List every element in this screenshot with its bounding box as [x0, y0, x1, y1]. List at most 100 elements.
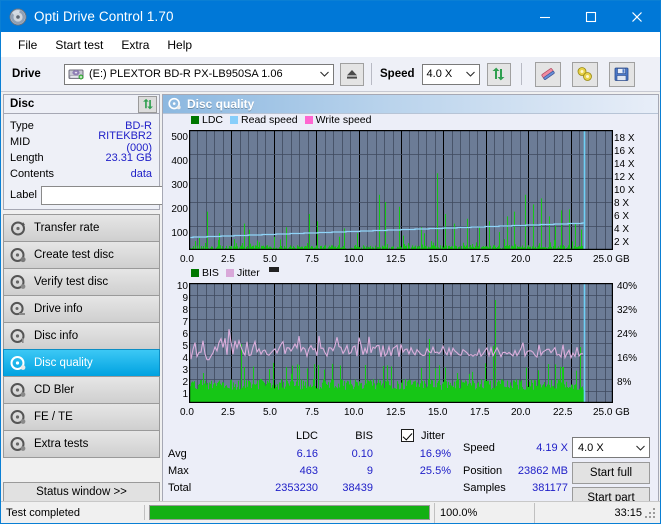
disc-quality-panel: Disc quality LDC Read speed Write speed — [162, 94, 659, 509]
settings-button[interactable] — [571, 61, 598, 87]
disc-quality-icon — [168, 97, 182, 111]
sidebar-item-drive-info[interactable]: Drive info — [3, 295, 160, 323]
bot-ytick-4: 4 — [182, 353, 188, 364]
stats-avg-bis: 0.10 — [351, 448, 373, 460]
disc-label-label: Label — [10, 189, 37, 201]
maximize-button[interactable] — [568, 1, 614, 32]
menu-file[interactable]: File — [9, 35, 46, 55]
toolbar: Drive (E:) PLEXTOR BD-R PX-LB950SA 1.06 — [1, 57, 660, 92]
drive-select[interactable]: (E:) PLEXTOR BD-R PX-LB950SA 1.06 — [64, 63, 334, 85]
bot-ytick-6: 6 — [182, 329, 188, 340]
bottom-chart-legend: BIS Jitter — [191, 267, 279, 279]
disc-mid-value: RITEKBR2 (000) — [98, 130, 152, 154]
top-y2tick-16x: 16 X — [614, 146, 635, 157]
speed-select[interactable]: 4.0 X — [421, 63, 480, 85]
disc-row-label: Label — [10, 185, 245, 205]
menu-extra[interactable]: Extra — [112, 35, 158, 55]
resize-grip-icon[interactable] — [645, 508, 657, 520]
bottom-chart: BIS Jitter 10 9 8 7 6 5 4 3 2 1 40% 32% … — [163, 267, 658, 422]
legend-swatch — [230, 116, 239, 124]
position-label: Position — [463, 465, 503, 477]
menu-start-test[interactable]: Start test — [46, 35, 112, 55]
jitter-label: Jitter — [421, 430, 445, 442]
legend-marker-icon — [268, 267, 279, 272]
sidebar-label: Create test disc — [34, 249, 114, 261]
sidebar-item-cd-bler[interactable]: CD Bler — [3, 376, 160, 404]
drive-label: Drive — [12, 68, 41, 80]
minimize-button[interactable] — [522, 1, 568, 32]
sidebar-item-extra-tests[interactable]: Extra tests — [3, 430, 160, 458]
top-chart-plot — [189, 130, 613, 250]
legend-item-jitter: Jitter — [225, 267, 260, 279]
bottom-chart-plot — [189, 283, 613, 403]
sidebar-item-disc-info[interactable]: Disc info — [3, 322, 160, 350]
disc-refresh-button[interactable] — [138, 96, 157, 113]
start-full-button[interactable]: Start full — [572, 462, 650, 484]
sidebar-label: Transfer rate — [34, 222, 100, 234]
speed-value: 4.0 X — [426, 68, 453, 80]
progress-container — [144, 505, 434, 520]
chevron-down-icon[interactable] — [632, 438, 649, 457]
top-y2tick-12x: 12 X — [614, 172, 635, 183]
bot-xtick-20: 20.0 — [511, 407, 531, 418]
chevron-down-icon[interactable] — [316, 65, 333, 84]
top-xtick-20: 20.0 — [511, 254, 531, 265]
erase-button[interactable] — [534, 61, 561, 87]
sidebar-item-disc-quality[interactable]: Disc quality — [3, 349, 160, 377]
sidebar-item-create-test-disc[interactable]: Create test disc — [3, 241, 160, 269]
save-button[interactable] — [608, 61, 635, 87]
progress-bar — [149, 505, 430, 520]
bot-ytick-10: 10 — [176, 281, 188, 292]
legend-label: Read speed — [241, 114, 298, 126]
top-y2tick-18x: 18 X — [614, 133, 635, 144]
status-window-button[interactable]: Status window >> — [3, 482, 160, 502]
stats-max-ldc: 463 — [299, 465, 318, 477]
eject-button[interactable] — [340, 62, 364, 86]
bot-xtick-0: 0.0 — [180, 407, 194, 418]
bot-xtick-15: 15.0 — [428, 407, 448, 418]
title-bar: Opti Drive Control 1.70 — [1, 1, 660, 32]
bot-ytick-7: 7 — [182, 317, 188, 328]
jitter-checkbox[interactable] — [401, 429, 414, 442]
bot-ytick-1: 1 — [182, 389, 188, 400]
legend-swatch — [191, 116, 199, 124]
bot-xtick-17.5: 17.5 — [470, 407, 490, 418]
disc-length-value: 23.31 GB — [105, 152, 152, 164]
bot-xtick-10: 10.0 — [344, 407, 364, 418]
top-y2tick-14x: 14 X — [614, 159, 635, 170]
legend-swatch — [304, 116, 313, 124]
close-button[interactable] — [614, 1, 660, 32]
stats-row-avg-label: Avg — [168, 448, 187, 460]
bot-xtick-5: 5.0 — [263, 407, 277, 418]
legend-label: LDC — [202, 114, 224, 126]
disc-verify-icon — [10, 274, 27, 291]
stats-max-bis: 9 — [366, 465, 373, 477]
left-panel: Disc Type BD-R MID RITEKBR2 (000) Length… — [3, 94, 245, 499]
bot-y2tick-24: 24% — [617, 329, 638, 340]
sidebar-item-verify-test-disc[interactable]: Verify test disc — [3, 268, 160, 296]
top-y2tick-4x: 4 X — [614, 224, 630, 235]
stats-total-ldc: 2353230 — [275, 482, 318, 494]
progress-percent: 100.0% — [434, 502, 534, 523]
disc-row-length: Length 23.31 GB — [10, 150, 154, 166]
disc-type-label: Type — [10, 120, 34, 132]
sidebar-item-transfer-rate[interactable]: Transfer rate — [3, 214, 160, 242]
refresh-button[interactable] — [486, 62, 511, 86]
disc-extra-icon — [10, 436, 27, 453]
menu-bar: File Start test Extra Help — [1, 32, 660, 57]
app-window: Opti Drive Control 1.70 File Start test … — [0, 0, 661, 524]
chevron-down-icon[interactable] — [462, 65, 479, 84]
top-chart-legend: LDC Read speed Write speed — [191, 114, 379, 126]
top-ytick-400: 400 — [171, 156, 188, 167]
stats-header-bis: BIS — [355, 430, 373, 442]
disc-bler-icon — [10, 382, 27, 399]
legend-swatch — [191, 269, 199, 277]
top-xtick-0: 0.0 — [180, 254, 194, 265]
nav-list: Transfer rate Create test disc Verify te… — [3, 214, 160, 458]
top-ytick-200: 200 — [171, 204, 188, 215]
menu-help[interactable]: Help — [158, 35, 201, 55]
speed-select-panel[interactable]: 4.0 X — [572, 437, 650, 458]
sidebar-item-fe-te[interactable]: FE / TE — [3, 403, 160, 431]
window-title: Opti Drive Control 1.70 — [34, 9, 174, 24]
legend-label: BIS — [202, 267, 219, 279]
